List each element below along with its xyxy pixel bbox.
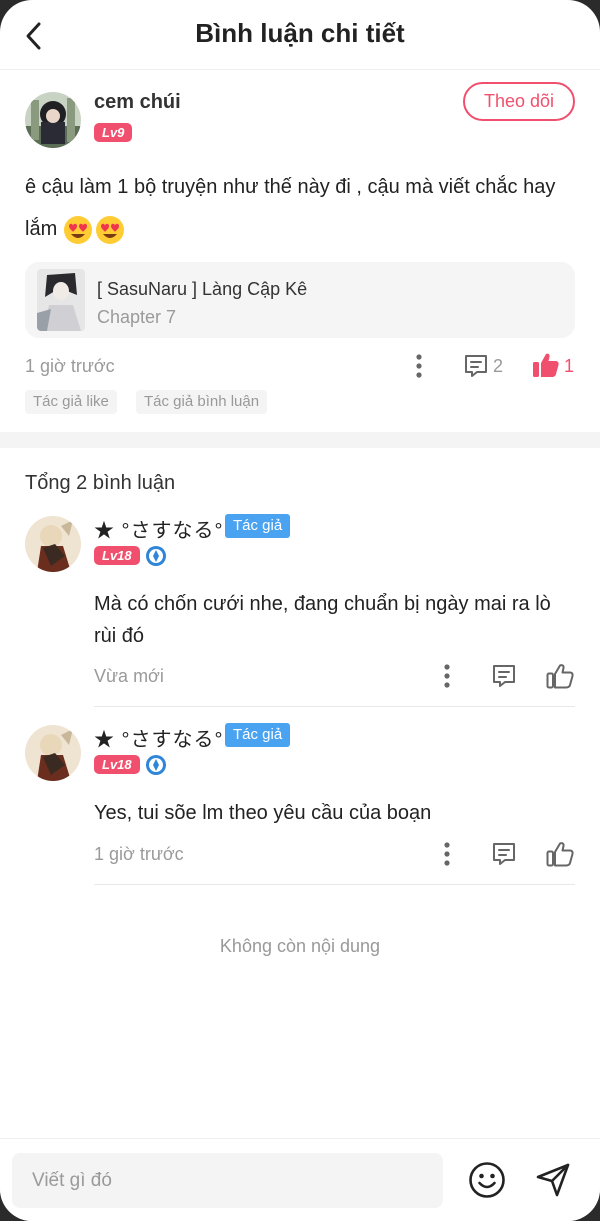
verified-medal-icon [146,755,166,775]
thumbs-up-icon [546,842,574,867]
emoji-button[interactable] [466,1159,508,1201]
heart-eyes-emoji-icon [95,215,124,244]
story-chapter: Chapter 7 [97,307,177,327]
replies-count-heading: Tổng 2 bình luận [25,472,176,494]
send-icon [536,1163,570,1197]
reply-button[interactable] [461,352,491,380]
more-options-button[interactable] [434,840,460,868]
more-vertical-icon [444,842,450,866]
reply-divider [94,884,575,885]
smiley-icon [469,1162,505,1198]
reply-count: 2 [493,356,504,376]
send-button[interactable] [532,1159,574,1201]
reply-author-name[interactable]: ★ °さすなる° [94,514,224,543]
more-options-button[interactable] [434,662,460,690]
end-of-content-note: Không còn nội dung [219,936,381,956]
reply-author-name[interactable]: ★ °さすなる° [94,723,224,752]
like-count: 1 [564,356,575,376]
story-link-card[interactable]: [ SasuNaru ] Làng Cập Kê Chapter 7 [25,262,575,338]
thumbs-up-filled-icon [533,353,559,377]
avatar[interactable] [25,516,81,572]
story-cover-image [37,269,85,331]
level-badge: Lv18 [94,546,140,565]
username[interactable]: cem chúi [94,91,181,114]
reply-button[interactable] [489,662,519,690]
top-bar: Bình luận chi tiết [0,0,600,70]
author-badge: Tác giả [225,514,291,538]
like-button[interactable] [531,351,561,379]
more-options-button[interactable] [406,352,432,380]
follow-button[interactable]: Theo dõi [463,82,575,121]
avatar[interactable] [25,725,81,781]
thumbs-up-icon [546,664,574,689]
comment-input[interactable] [12,1153,443,1208]
reply-divider [94,706,575,707]
author-badge: Tác giả [225,723,291,747]
screen: Bình luận chi tiết cem chúi Lv9 Theo dõi… [0,0,600,1221]
level-badge: Lv9 [94,123,133,142]
verified-medal-icon [146,546,166,566]
reply-time: Vừa mới [94,666,164,686]
section-divider [0,432,600,448]
emoji-group [63,215,125,245]
story-title: [ SasuNaru ] Làng Cập Kê [97,279,308,299]
avatar[interactable] [25,92,81,148]
reply-time: 1 giờ trước [94,844,184,864]
like-button[interactable] [544,661,576,691]
more-vertical-icon [416,354,422,378]
more-vertical-icon [444,664,450,688]
reply-button[interactable] [489,840,519,868]
like-button[interactable] [544,839,576,869]
reply-text: Mà có chốn cưới nhe, đang chuẩn bị ngày … [94,593,551,647]
comment-icon [493,843,515,865]
author-like-tag: Tác giả like [25,390,117,414]
comment-text: ê cậu làm 1 bộ truyện như thế này đi , c… [25,166,575,250]
comment-icon [465,355,487,377]
page-title: Bình luận chi tiết [195,18,405,48]
comment-icon [493,665,515,687]
heart-eyes-emoji-icon [63,215,92,244]
comment-time: 1 giờ trước [25,356,115,376]
level-badge: Lv18 [94,755,140,774]
reply-text: Yes, tui sõe lm theo yêu cầu của boạn [94,802,432,824]
comment-composer [0,1138,600,1221]
author-commented-tag: Tác giả bình luận [136,390,268,414]
